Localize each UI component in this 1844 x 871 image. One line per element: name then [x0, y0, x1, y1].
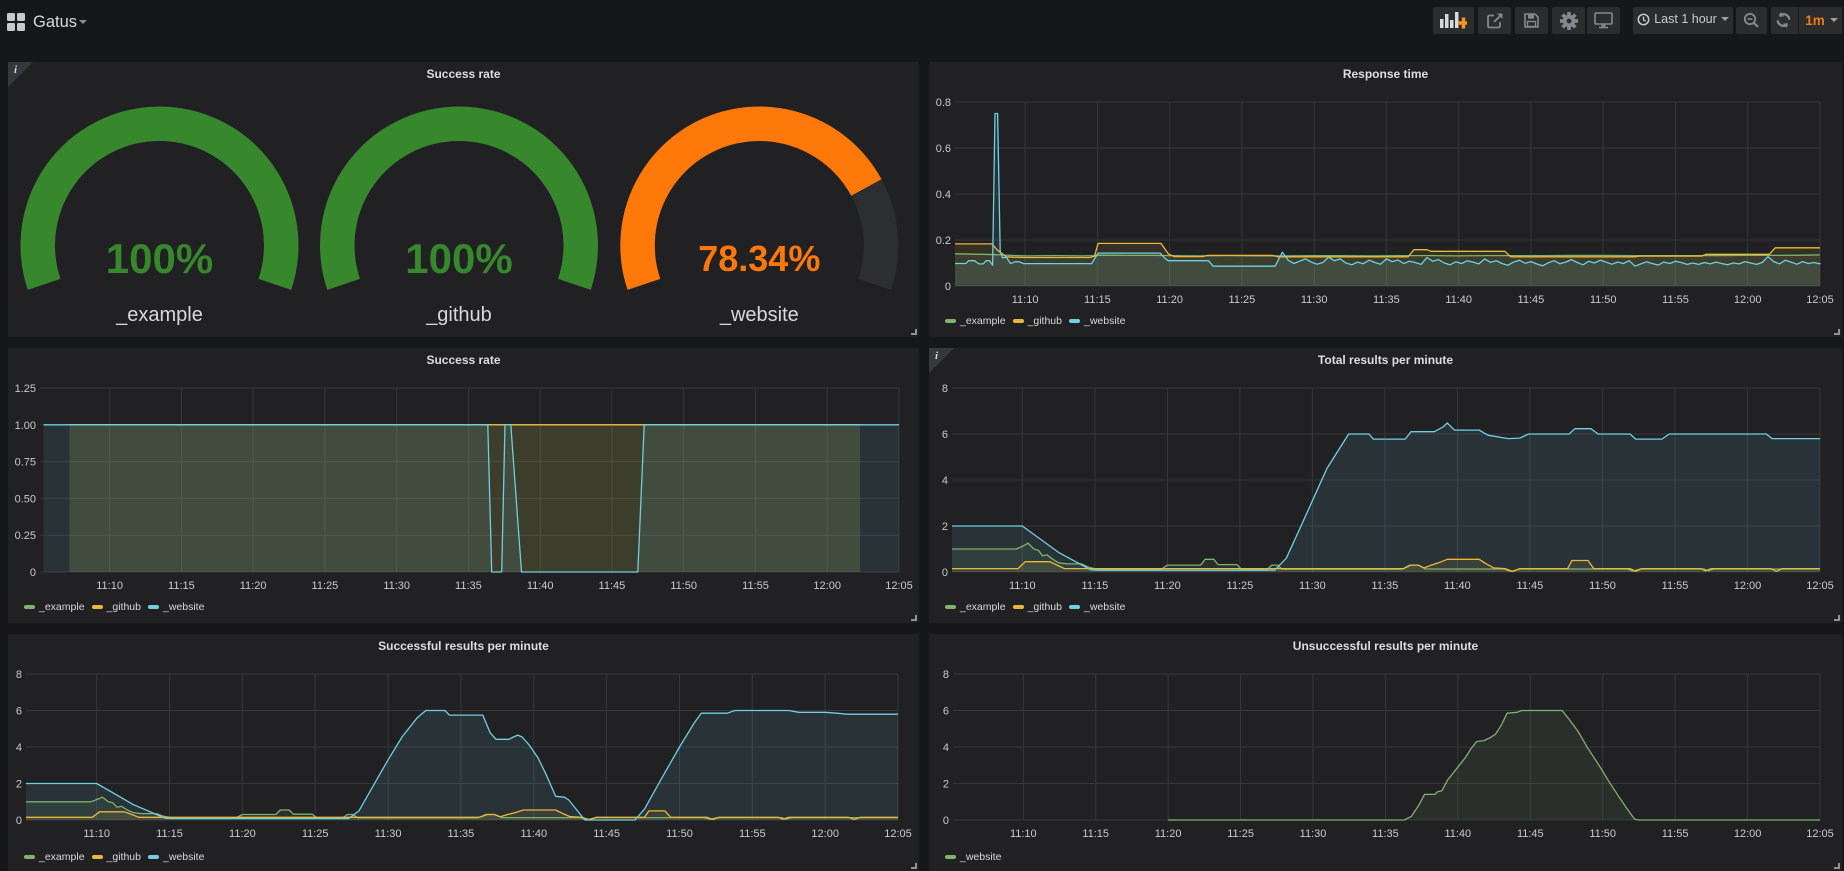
svg-text:11:15: 11:15	[1084, 294, 1111, 306]
svg-text:11:55: 11:55	[1662, 580, 1689, 592]
svg-text:4: 4	[943, 742, 949, 754]
svg-text:11:40: 11:40	[1445, 294, 1472, 306]
svg-text:100%: 100%	[405, 235, 512, 282]
svg-text:11:25: 11:25	[1227, 828, 1254, 840]
svg-text:11:45: 11:45	[599, 580, 626, 592]
svg-text:11:25: 11:25	[1229, 294, 1256, 306]
svg-text:11:25: 11:25	[312, 580, 339, 592]
svg-text:11:40: 11:40	[1444, 828, 1471, 840]
svg-text:11:35: 11:35	[1372, 580, 1399, 592]
svg-text:11:10: 11:10	[1010, 828, 1037, 840]
svg-text:11:30: 11:30	[1300, 828, 1327, 840]
svg-text:2: 2	[943, 779, 949, 791]
svg-text:100%: 100%	[106, 235, 213, 282]
svg-text:11:20: 11:20	[229, 828, 256, 840]
svg-text:11:30: 11:30	[375, 828, 402, 840]
svg-text:11:10: 11:10	[83, 828, 110, 840]
svg-text:11:25: 11:25	[1227, 580, 1254, 592]
svg-text:2: 2	[16, 779, 22, 791]
svg-text:11:15: 11:15	[1082, 828, 1109, 840]
svg-text:0: 0	[30, 567, 36, 579]
svg-text:11:45: 11:45	[593, 828, 620, 840]
svg-text:11:35: 11:35	[448, 828, 475, 840]
svg-text:12:05: 12:05	[884, 828, 912, 840]
svg-text:11:10: 11:10	[96, 580, 123, 592]
svg-text:12:00: 12:00	[811, 828, 839, 840]
svg-text:11:50: 11:50	[1590, 294, 1617, 306]
svg-text:6: 6	[942, 429, 948, 441]
svg-text:12:05: 12:05	[885, 580, 913, 592]
svg-text:12:05: 12:05	[1806, 294, 1834, 306]
svg-text:_example: _example	[115, 304, 203, 326]
svg-text:11:45: 11:45	[1517, 828, 1544, 840]
svg-text:0: 0	[945, 281, 951, 293]
svg-text:11:50: 11:50	[670, 580, 697, 592]
svg-text:11:10: 11:10	[1012, 294, 1039, 306]
svg-text:12:05: 12:05	[1806, 828, 1834, 840]
svg-text:0.4: 0.4	[936, 189, 951, 201]
svg-text:0.2: 0.2	[936, 235, 951, 247]
svg-text:11:45: 11:45	[1518, 294, 1545, 306]
svg-text:11:20: 11:20	[1155, 828, 1182, 840]
svg-text:11:20: 11:20	[1156, 294, 1183, 306]
svg-text:12:00: 12:00	[1734, 580, 1762, 592]
svg-text:0: 0	[942, 567, 948, 579]
svg-text:0: 0	[16, 815, 22, 827]
svg-text:4: 4	[16, 742, 22, 754]
svg-text:0.75: 0.75	[15, 457, 36, 469]
svg-text:8: 8	[16, 669, 22, 681]
svg-text:11:40: 11:40	[520, 828, 547, 840]
svg-text:4: 4	[942, 475, 948, 487]
svg-text:78.34%: 78.34%	[698, 238, 820, 279]
svg-text:0.25: 0.25	[15, 530, 36, 542]
svg-text:1.25: 1.25	[15, 383, 36, 395]
svg-text:12:00: 12:00	[1734, 294, 1762, 306]
svg-text:11:50: 11:50	[1589, 580, 1616, 592]
svg-text:11:20: 11:20	[1154, 580, 1181, 592]
svg-text:12:00: 12:00	[1734, 828, 1762, 840]
svg-text:11:55: 11:55	[1662, 828, 1689, 840]
svg-text:11:50: 11:50	[666, 828, 693, 840]
svg-text:11:55: 11:55	[1662, 294, 1689, 306]
svg-text:_website: _website	[719, 304, 799, 326]
svg-text:11:55: 11:55	[739, 828, 766, 840]
svg-text:11:45: 11:45	[1517, 580, 1544, 592]
svg-text:11:35: 11:35	[1373, 294, 1400, 306]
svg-text:0.50: 0.50	[15, 493, 36, 505]
svg-text:2: 2	[942, 521, 948, 533]
svg-text:11:40: 11:40	[527, 580, 554, 592]
svg-text:11:25: 11:25	[302, 828, 329, 840]
svg-text:11:50: 11:50	[1589, 828, 1616, 840]
svg-text:11:10: 11:10	[1009, 580, 1036, 592]
svg-text:11:15: 11:15	[1082, 580, 1109, 592]
svg-text:11:15: 11:15	[156, 828, 183, 840]
svg-text:0.8: 0.8	[936, 97, 951, 109]
svg-text:0.6: 0.6	[936, 143, 951, 155]
svg-text:8: 8	[943, 669, 949, 681]
svg-text:11:15: 11:15	[168, 580, 195, 592]
svg-text:11:30: 11:30	[1299, 580, 1326, 592]
svg-text:11:30: 11:30	[383, 580, 410, 592]
svg-text:0: 0	[943, 815, 949, 827]
svg-text:6: 6	[943, 706, 949, 718]
svg-text:11:40: 11:40	[1444, 580, 1471, 592]
svg-text:6: 6	[16, 706, 22, 718]
svg-text:12:00: 12:00	[813, 580, 841, 592]
svg-text:11:20: 11:20	[240, 580, 267, 592]
svg-text:8: 8	[942, 383, 948, 395]
svg-text:1.00: 1.00	[15, 420, 36, 432]
svg-text:11:35: 11:35	[455, 580, 482, 592]
svg-text:11:35: 11:35	[1372, 828, 1399, 840]
svg-text:11:55: 11:55	[742, 580, 769, 592]
svg-text:12:05: 12:05	[1806, 580, 1834, 592]
svg-text:_github: _github	[425, 304, 492, 326]
svg-text:11:30: 11:30	[1301, 294, 1328, 306]
